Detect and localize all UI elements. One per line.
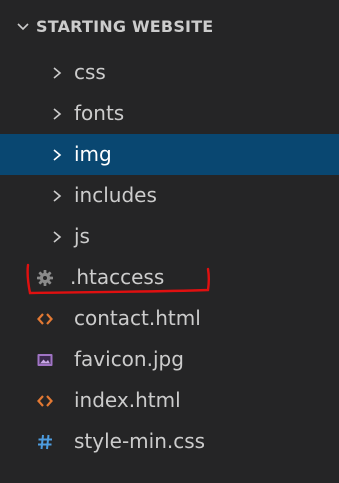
- tree-item-label: css: [74, 60, 106, 84]
- tree-folder-css[interactable]: css: [0, 52, 339, 93]
- chevron-down-icon: [17, 23, 29, 31]
- tree-file-htaccess[interactable]: .htaccess: [0, 257, 339, 298]
- tree-item-label: includes: [74, 183, 157, 207]
- html-file-icon: [37, 395, 53, 407]
- tree-item-label: favicon.jpg: [74, 347, 184, 371]
- chevron-right-icon: [53, 190, 62, 202]
- tree-folder-includes[interactable]: includes: [0, 175, 339, 216]
- html-file-icon: [37, 313, 53, 325]
- tree-item-label: js: [74, 224, 90, 248]
- tree-item-label: img: [74, 142, 112, 166]
- chevron-right-icon: [53, 231, 62, 243]
- tree-file-index-html[interactable]: index.html: [0, 380, 339, 421]
- css-hash-icon: [38, 434, 52, 450]
- tree-item-label: contact.html: [74, 306, 201, 330]
- chevron-right-icon: [53, 149, 62, 161]
- tree-file-favicon-jpg[interactable]: favicon.jpg: [0, 339, 339, 380]
- tree-folder-js[interactable]: js: [0, 216, 339, 257]
- tree-item-label: index.html: [74, 388, 181, 412]
- explorer-section-header[interactable]: STARTING WEBSITE: [0, 8, 339, 44]
- tree-folder-fonts[interactable]: fonts: [0, 93, 339, 134]
- chevron-right-icon: [53, 67, 62, 79]
- gear-icon: [37, 270, 53, 286]
- chevron-right-icon: [53, 108, 62, 120]
- tree-folder-img[interactable]: img: [0, 134, 339, 175]
- tree-file-contact-html[interactable]: contact.html: [0, 298, 339, 339]
- tree-item-label: .htaccess: [70, 265, 165, 289]
- tree-item-label: style-min.css: [74, 429, 206, 453]
- image-file-icon: [37, 354, 53, 366]
- section-title: STARTING WEBSITE: [36, 17, 214, 36]
- tree-file-style-min-css[interactable]: style-min.css: [0, 421, 339, 462]
- tree-item-label: fonts: [74, 101, 125, 125]
- explorer-panel: STARTING WEBSITE css fonts img includes …: [0, 0, 339, 483]
